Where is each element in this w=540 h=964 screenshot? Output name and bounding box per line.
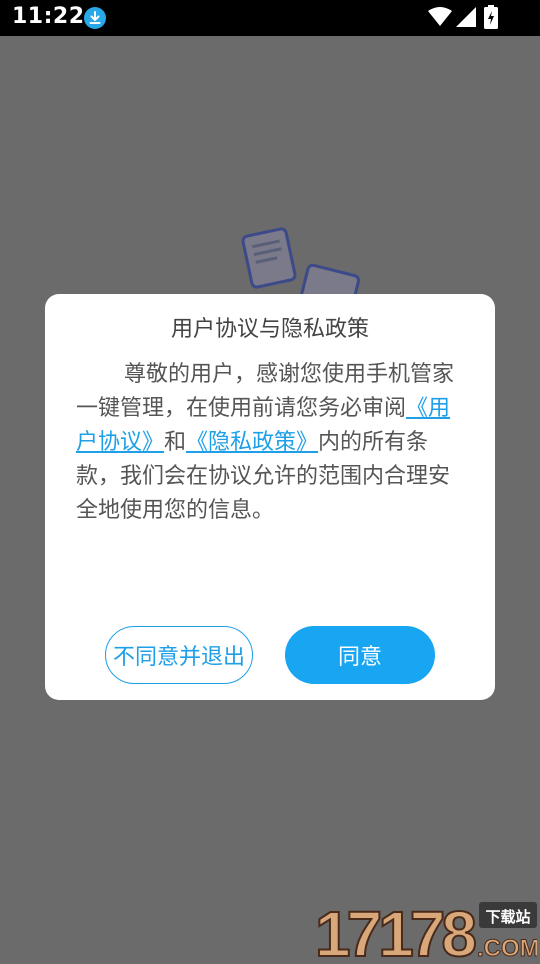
wifi-icon [428,7,452,26]
status-time: 11:22 [12,4,85,29]
battery-charging-icon [484,5,498,29]
dialog-title: 用户协议与隐私政策 [170,317,369,342]
privacy-policy-dialog: 用户协议与隐私政策 尊敬的用户，感谢您使用手机管家一键管理，在使用前请您务必审阅… [45,294,495,700]
watermark-suffix: .COM [477,935,537,960]
watermark-badge: 下载站 [485,908,530,926]
download-notification-icon [84,7,106,29]
dialog-body: 尊敬的用户，感谢您使用手机管家一键管理，在使用前请您务必审阅《用户协议》和《隐私… [76,358,461,528]
decline-and-exit-button[interactable]: 不同意并退出 [105,626,253,684]
body-text: 尊敬的用户，感谢您使用手机管家一键管理，在使用前请您务必审阅 [76,362,455,421]
body-text: 和 [164,430,187,455]
site-watermark-logo: 17178 下载站 .COM [314,897,540,964]
privacy-policy-link[interactable]: 《隐私政策》 [186,430,318,455]
agree-button[interactable]: 同意 [285,626,435,684]
signal-icon [456,7,476,27]
watermark-number: 17178 [315,898,475,960]
status-bar: 11:22 [0,0,540,36]
